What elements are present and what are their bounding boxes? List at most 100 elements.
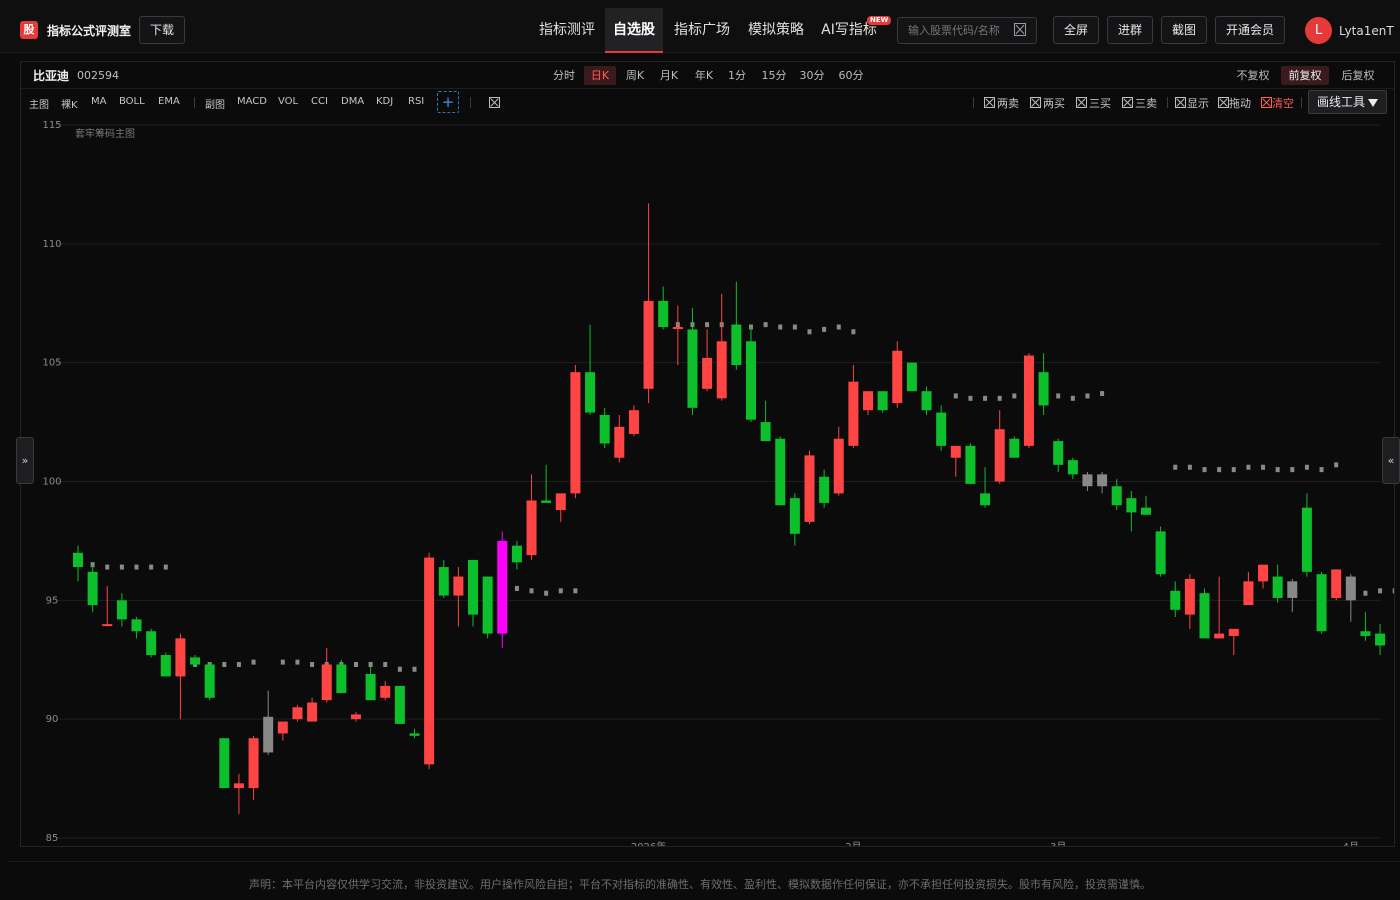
candle-body	[833, 438, 844, 494]
period-tick[interactable]: 分时	[549, 66, 579, 85]
option-show[interactable]: 显示	[1187, 95, 1209, 111]
nav-indicator-square[interactable]: 指标广场	[668, 8, 736, 53]
period-weekly[interactable]: 周K	[620, 66, 650, 85]
candle-body	[1140, 507, 1151, 515]
expand-right-toggle[interactable]: «	[1382, 437, 1400, 484]
indicator-naked-k[interactable]: 裸K	[61, 96, 78, 111]
candle-body	[628, 410, 639, 434]
cost-dot	[1261, 464, 1266, 470]
checkbox-icon[interactable]	[1030, 97, 1041, 108]
clear-search-icon[interactable]	[1014, 23, 1026, 36]
candle-body	[1287, 581, 1298, 598]
candle-body	[570, 372, 581, 494]
nav-ai-write-indicator[interactable]: AI写指标	[815, 8, 883, 53]
cost-dot	[295, 659, 300, 665]
period-yearly[interactable]: 年K	[689, 66, 719, 85]
indicator-cci[interactable]: CCI	[311, 96, 328, 107]
nav-watchlist[interactable]: 自选股	[605, 8, 663, 53]
option-clear[interactable]: 清空	[1272, 95, 1294, 111]
candle-body	[87, 571, 98, 606]
stock-name: 比亚迪	[33, 69, 70, 83]
period-60min[interactable]: 60分	[835, 66, 867, 85]
candle-body	[555, 493, 566, 511]
candle-body	[848, 381, 859, 446]
candle-body	[1375, 633, 1386, 646]
indicator-main[interactable]: 主图	[29, 96, 49, 111]
draw-tools-dropdown[interactable]: 画线工具	[1308, 90, 1387, 114]
candle-body	[585, 372, 596, 413]
cost-dot	[778, 324, 783, 330]
checkbox-icon[interactable]	[984, 97, 995, 108]
candle-body	[804, 455, 815, 522]
candle-body	[131, 619, 142, 632]
period-daily[interactable]: 日K	[584, 66, 616, 85]
join-group-button[interactable]: 进群	[1107, 16, 1153, 44]
cost-dot	[1056, 393, 1061, 399]
option-drag[interactable]: 拖动	[1229, 95, 1251, 111]
option-three-buy[interactable]: 三买	[1089, 95, 1111, 111]
brand-title[interactable]: 指标公式评测室	[47, 22, 131, 39]
candle-body	[1170, 590, 1181, 610]
logo-icon[interactable]: 股	[20, 21, 38, 39]
cost-dot	[1392, 588, 1394, 594]
option-two-buy[interactable]: 两买	[1043, 95, 1065, 111]
checkbox-icon[interactable]	[1218, 97, 1229, 108]
option-two-sell[interactable]: 两卖	[997, 95, 1019, 111]
candlestick-chart[interactable]: 85 90 95 100 105 110 115 套牢筹码主图 2026年 2月 3月 4月	[21, 116, 1394, 846]
candle-body	[350, 714, 361, 720]
indicator-kdj[interactable]: KDJ	[376, 96, 393, 107]
indicator-sub[interactable]: 副图	[205, 96, 225, 111]
checkbox-icon[interactable]	[1122, 97, 1133, 108]
fullscreen-button[interactable]: 全屏	[1053, 16, 1099, 44]
indicator-ma[interactable]: MA	[91, 96, 106, 107]
indicator-boll[interactable]: BOLL	[119, 96, 145, 107]
period-monthly[interactable]: 月K	[654, 66, 684, 85]
toolbar-separator	[194, 97, 195, 108]
username[interactable]: Lyta1enT	[1339, 24, 1394, 38]
candle-body	[1345, 576, 1356, 601]
clear-icon[interactable]	[1261, 97, 1272, 108]
indicator-vol[interactable]: VOL	[278, 96, 298, 107]
candle-body	[731, 324, 742, 366]
indicator-rsi[interactable]: RSI	[408, 96, 424, 107]
candle-body	[1316, 574, 1327, 632]
candle-body	[1272, 576, 1283, 598]
period-15min[interactable]: 15分	[758, 66, 790, 85]
cost-dot	[807, 329, 812, 335]
indicator-macd[interactable]: MACD	[237, 96, 267, 107]
cost-dot	[544, 590, 549, 596]
candle-body	[1184, 578, 1195, 615]
indicator-ema[interactable]: EMA	[158, 96, 180, 107]
download-button[interactable]: 下载	[139, 16, 185, 44]
cost-dot	[997, 395, 1002, 401]
nav-indicator-review[interactable]: 指标测评	[532, 8, 602, 53]
cost-dot	[1319, 467, 1324, 473]
period-30min[interactable]: 30分	[796, 66, 828, 85]
disclaimer: 声明：本平台内容仅供学习交流，非投资建议。用户操作风险自担；平台不对指标的准确性…	[249, 878, 1151, 891]
checkbox-icon[interactable]	[1076, 97, 1087, 108]
candle-body	[994, 429, 1005, 482]
close-indicator-icon[interactable]	[489, 97, 500, 108]
adjust-none[interactable]: 不复权	[1232, 66, 1274, 85]
nav-simulated-strategy[interactable]: 模拟策略	[742, 8, 810, 53]
period-1min[interactable]: 1分	[724, 66, 750, 85]
avatar[interactable]: L	[1305, 17, 1332, 44]
cost-dot	[1363, 590, 1368, 596]
checkbox-icon[interactable]	[1175, 97, 1186, 108]
cost-dot	[1085, 393, 1090, 399]
option-three-sell[interactable]: 三卖	[1135, 95, 1157, 111]
add-indicator-button[interactable]: +	[437, 91, 459, 113]
adjust-backward[interactable]: 后复权	[1337, 66, 1379, 85]
indicator-dma[interactable]: DMA	[341, 96, 364, 107]
candle-body	[292, 707, 303, 720]
screenshot-button[interactable]: 截图	[1161, 16, 1207, 44]
expand-left-toggle[interactable]: »	[16, 437, 34, 484]
candle-body	[497, 540, 508, 634]
cost-dot	[412, 666, 417, 672]
adjust-forward[interactable]: 前复权	[1281, 66, 1329, 85]
candle-body	[1082, 474, 1093, 487]
candle-body	[863, 391, 874, 411]
membership-button[interactable]: 开通会员	[1215, 16, 1285, 44]
cost-dot	[1378, 588, 1383, 594]
candle-body	[819, 476, 830, 503]
